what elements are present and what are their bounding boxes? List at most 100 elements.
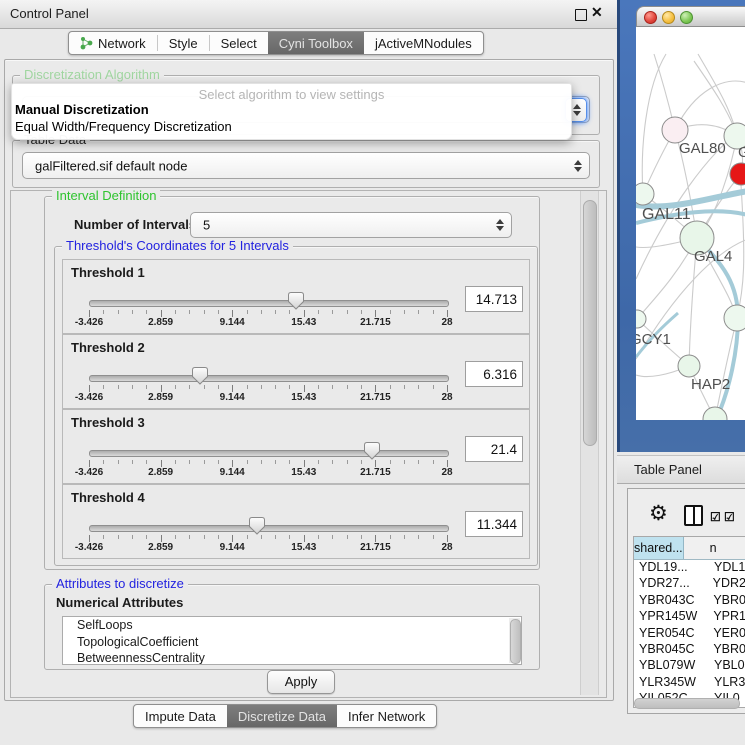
slider-tick bbox=[433, 460, 434, 464]
slider-tick bbox=[447, 385, 448, 392]
tab-cyni-toolbox[interactable]: Cyni Toolbox bbox=[268, 32, 364, 54]
attribute-list-item[interactable]: SelfLoops bbox=[63, 617, 521, 634]
slider-tick bbox=[247, 385, 248, 389]
slider-tick bbox=[161, 460, 162, 467]
threshold-value-field[interactable]: 6.316 bbox=[465, 361, 523, 387]
slider-tick bbox=[146, 535, 147, 539]
cell-name[interactable]: YBR0 bbox=[709, 642, 745, 658]
table-row[interactable]: YBR045CYBR0 bbox=[634, 642, 745, 658]
threshold-value-field[interactable]: 11.344 bbox=[465, 511, 523, 537]
slider-tick-label: 15.43 bbox=[291, 467, 316, 478]
slider-tick bbox=[332, 310, 333, 314]
table-row[interactable]: YBR043CYBR0 bbox=[634, 593, 745, 609]
cell-shared-name[interactable]: YDL19... bbox=[634, 560, 710, 576]
slider-thumb[interactable] bbox=[192, 367, 208, 385]
tab-discretize-data[interactable]: Discretize Data bbox=[227, 705, 337, 727]
slider-tick bbox=[289, 460, 290, 464]
checkbox-icon[interactable]: ☑ bbox=[724, 510, 736, 524]
slider-tick bbox=[318, 385, 319, 389]
slider-tick bbox=[261, 460, 262, 464]
slider-thumb[interactable] bbox=[364, 442, 380, 460]
scrollbar-thumb[interactable] bbox=[583, 200, 597, 446]
cell-shared-name[interactable]: YBR045C bbox=[634, 642, 709, 658]
dropdown-option[interactable]: Manual Discretization bbox=[15, 102, 149, 117]
cell-name[interactable]: YBL0 bbox=[710, 658, 745, 674]
cell-shared-name[interactable]: YDR27... bbox=[634, 576, 709, 592]
combo-stepper-icon bbox=[496, 219, 504, 231]
threshold-value-field[interactable]: 14.713 bbox=[465, 286, 523, 312]
numerical-attributes-list[interactable]: SelfLoopsTopologicalCoefficientBetweenne… bbox=[62, 616, 522, 665]
slider-track[interactable] bbox=[89, 300, 449, 307]
slider-track[interactable] bbox=[89, 525, 449, 532]
slider-tick bbox=[433, 310, 434, 314]
horizontal-scrollbar[interactable] bbox=[634, 698, 740, 709]
float-window-icon[interactable] bbox=[575, 9, 587, 21]
slider-track[interactable] bbox=[89, 450, 449, 457]
checkbox-icon[interactable]: ☑ bbox=[710, 510, 722, 524]
slider-tick bbox=[418, 310, 419, 314]
tab-network[interactable]: Network bbox=[69, 32, 157, 54]
slider-tick bbox=[175, 460, 176, 464]
num-intervals-combobox[interactable]: 5 bbox=[190, 212, 512, 238]
slider-tick bbox=[447, 310, 448, 317]
table-row[interactable]: YPR145WYPR1 bbox=[634, 609, 745, 625]
slider-tick bbox=[304, 535, 305, 542]
threshold-row: Threshold 2-3.4262.8599.14415.4321.71528… bbox=[62, 334, 530, 409]
tab-jactivemnodules[interactable]: jActiveMNodules bbox=[364, 32, 483, 54]
gear-icon[interactable]: ⚙ bbox=[649, 504, 668, 524]
slider-tick bbox=[118, 310, 119, 314]
close-icon[interactable]: ✕ bbox=[591, 4, 603, 21]
tab-infer-network[interactable]: Infer Network bbox=[337, 705, 436, 727]
column-header-name[interactable]: n bbox=[684, 537, 745, 559]
discretization-algorithm-title: Discretization Algorithm bbox=[20, 68, 164, 82]
slider-tick bbox=[418, 460, 419, 464]
cell-shared-name[interactable]: YLR345W bbox=[634, 675, 710, 691]
slider-track[interactable] bbox=[89, 375, 449, 382]
table-row[interactable]: YDR27...YDR2 bbox=[634, 576, 745, 592]
table-row[interactable]: YER054CYER0 bbox=[634, 626, 745, 642]
cell-shared-name[interactable]: YBL079W bbox=[634, 658, 710, 674]
cell-name[interactable]: YER0 bbox=[709, 626, 745, 642]
interval-definition-title: Interval Definition bbox=[52, 189, 160, 203]
cell-name[interactable]: YBR0 bbox=[709, 593, 745, 609]
attribute-list-item[interactable]: TopologicalCoefficient bbox=[63, 634, 521, 651]
apply-button[interactable]: Apply bbox=[267, 670, 335, 694]
threshold-value-field[interactable]: 21.4 bbox=[465, 436, 523, 462]
table-row[interactable]: YDL19...YDL1 bbox=[634, 560, 745, 576]
control-panel-titlebar: Control Panel ✕ bbox=[0, 0, 617, 29]
tab-impute-data[interactable]: Impute Data bbox=[134, 705, 227, 727]
slider-thumb[interactable] bbox=[249, 517, 265, 535]
column-split-icon[interactable] bbox=[684, 505, 703, 526]
mac-minimize-icon[interactable] bbox=[662, 11, 675, 24]
slider-tick-label: 9.144 bbox=[220, 317, 245, 328]
tab-select[interactable]: Select bbox=[210, 32, 268, 54]
tab-style[interactable]: Style bbox=[158, 32, 209, 54]
mac-close-icon[interactable] bbox=[644, 11, 657, 24]
slider-thumb[interactable] bbox=[288, 292, 304, 310]
vertical-scrollbar[interactable] bbox=[580, 191, 599, 695]
list-scrollbar[interactable] bbox=[509, 618, 520, 663]
table-data-combobox[interactable]: galFiltered.sif default node bbox=[22, 152, 590, 179]
scrollbar-thumb[interactable] bbox=[510, 619, 521, 664]
column-header-shared[interactable]: shared... bbox=[634, 537, 684, 559]
dropdown-option[interactable]: Equal Width/Frequency Discretization bbox=[15, 119, 232, 134]
table-row[interactable]: YBL079WYBL0 bbox=[634, 658, 745, 674]
cell-name[interactable]: YDR2 bbox=[709, 576, 745, 592]
tab-label: Discretize Data bbox=[238, 709, 326, 724]
cell-shared-name[interactable]: YER054C bbox=[634, 626, 709, 642]
mac-zoom-icon[interactable] bbox=[680, 11, 693, 24]
slider-tick bbox=[304, 460, 305, 467]
slider-tick bbox=[275, 385, 276, 389]
table-row[interactable]: YLR345WYLR3 bbox=[634, 675, 745, 691]
cell-name[interactable]: YPR1 bbox=[709, 609, 745, 625]
slider-tick bbox=[232, 310, 233, 317]
num-intervals-label: Number of Intervals bbox=[74, 217, 196, 232]
slider-tick bbox=[375, 460, 376, 467]
cell-name[interactable]: YLR3 bbox=[710, 675, 745, 691]
attribute-list-item[interactable]: BetweennessCentrality bbox=[63, 650, 521, 665]
cell-shared-name[interactable]: YPR145W bbox=[634, 609, 709, 625]
cell-name[interactable]: YDL1 bbox=[710, 560, 745, 576]
node-table[interactable]: shared... n YDL19...YDL1YDR27...YDR2YBR0… bbox=[633, 536, 745, 708]
network-canvas[interactable]: GAL80 GA C GAL11 GAL4 GCY1 H HAP2 bbox=[636, 27, 745, 420]
cell-shared-name[interactable]: YBR043C bbox=[634, 593, 709, 609]
